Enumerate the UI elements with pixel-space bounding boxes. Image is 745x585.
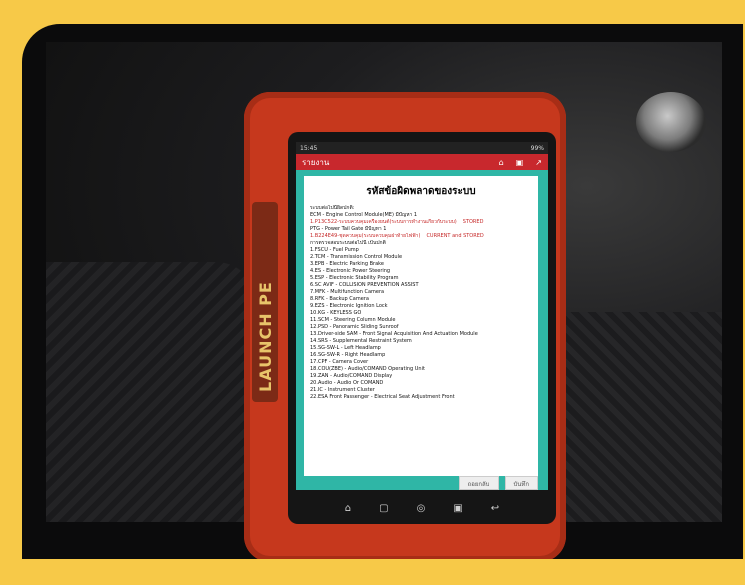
report-line-status: STORED [462, 219, 484, 225]
report-line: 9.EZS - Electronic Ignition Lock [310, 303, 532, 310]
brand-label: LAUNCH PE [256, 281, 275, 392]
report-line-text: 9.EZS - Electronic Ignition Lock [310, 303, 388, 309]
diagnostic-tablet: LAUNCH PE 15:45 99% รายงาน ⌂ ▣ ↗ รหัสข้อ… [244, 92, 566, 559]
navigation-bar: ⌂ ▢ ◎ ▣ ↩ [288, 498, 556, 518]
report-line: 21.IC - Instrument Cluster [310, 387, 532, 394]
report-line-text: 14.SRS - Supplemental Restraint System [310, 338, 412, 344]
gallery-icon[interactable]: ▣ [453, 503, 462, 514]
report-line: 5.ESP - Electronic Stability Program [310, 275, 532, 282]
screen: 15:45 99% รายงาน ⌂ ▣ ↗ รหัสข้อผิดพลาดของ… [296, 142, 548, 490]
report-line: 3.EPB - Electric Parking Brake [310, 261, 532, 268]
car-interior: LAUNCH PE 15:45 99% รายงาน ⌂ ▣ ↗ รหัสข้อ… [46, 42, 722, 559]
report-line-text: 17.CPF - Camera Cover [310, 359, 369, 365]
report-line: 22.ESA Front Passenger - Electrical Seat… [310, 394, 532, 401]
report-line-text: 8.RFK - Backup Camera [310, 296, 369, 302]
report-line: 7.MFK - Multifunction Camera [310, 289, 532, 296]
save-button[interactable]: บันทึก [504, 476, 538, 490]
report-line: 1.FSCU - Fuel Pump [310, 247, 532, 254]
report-line-text: 2.TCM - Transmission Control Module [310, 254, 403, 260]
home-icon[interactable]: ⌂ [345, 503, 351, 514]
status-battery: 99% [530, 144, 544, 152]
printer-icon[interactable]: ▣ [516, 158, 524, 167]
report-line-text: 3.EPB - Electric Parking Brake [310, 261, 384, 267]
report-line: 1.P13C522-ระบบควบคุมเครื่องยนต์(ระบบการท… [310, 219, 532, 226]
report-line-text: 1.B224E49-ชุดควบคุม(ระบบควบคุมฝาท้ายไฟฟ้… [310, 233, 421, 239]
back-button[interactable]: ถอยกลับ [458, 476, 499, 490]
report-line: 12.PSD - Panoramic Sliding Sunroof [310, 324, 532, 331]
report-line-text: 12.PSD - Panoramic Sliding Sunroof [310, 324, 399, 330]
app-icon[interactable]: ◎ [417, 503, 426, 514]
report-line-text: 13.Driver-side SAM - Front Signal Acquis… [310, 331, 478, 337]
photo: LAUNCH PE 15:45 99% รายงาน ⌂ ▣ ↗ รหัสข้อ… [22, 24, 743, 559]
report-line: 17.CPF - Camera Cover [310, 359, 532, 366]
report-line-text: 16.SG-SW-R - Right Headlamp [310, 352, 386, 358]
report-line: 13.Driver-side SAM - Front Signal Acquis… [310, 331, 532, 338]
report-line: 4.ES - Electronic Power Steering [310, 268, 532, 275]
report-line-text: 20.Audio - Audio Or COMAND [310, 380, 384, 386]
report-line-text: 1.FSCU - Fuel Pump [310, 247, 359, 253]
report-line-text: 6.SC AVIF - COLLISION PREVENTION ASSIST [310, 282, 419, 288]
report-line: ECM - Engine Control Module(ME) มีปัญหา … [310, 212, 532, 219]
appbar-icons: ⌂ ▣ ↗ [499, 158, 542, 167]
report-line-text: 5.ESP - Electronic Stability Program [310, 275, 399, 281]
report-line: 10.KG - KEYLESS GO [310, 310, 532, 317]
report-title: รหัสข้อผิดพลาดของระบบ [366, 186, 476, 197]
appbar-title: รายงาน [302, 157, 330, 167]
report-line-status: CURRENT and STORED [426, 233, 484, 239]
report-line: 19.ZAN - Audio/COMAND Display [310, 373, 532, 380]
share-icon[interactable]: ↗ [535, 158, 542, 167]
report-line: 1.B224E49-ชุดควบคุม(ระบบควบคุมฝาท้ายไฟฟ้… [310, 233, 532, 240]
back-icon[interactable]: ↩ [491, 503, 499, 514]
report-line: ระบบต่อไปนี้ผิดปกติ: [310, 205, 532, 212]
report-line-text: 10.KG - KEYLESS GO [310, 310, 362, 316]
report-line: 6.SC AVIF - COLLISION PREVENTION ASSIST [310, 282, 532, 289]
report-line: การตรวจสอบระบบต่อไปนี้ เป็นปกติ [310, 240, 532, 247]
report-line-text: การตรวจสอบระบบต่อไปนี้ เป็นปกติ [310, 240, 386, 246]
left-seat [46, 262, 256, 522]
frame: LAUNCH PE 15:45 99% รายงาน ⌂ ▣ ↗ รหัสข้อ… [0, 0, 745, 585]
report-document: รหัสข้อผิดพลาดของระบบ ระบบต่อไปนี้ผิดปกต… [304, 176, 538, 476]
statusbar: 15:45 99% [296, 142, 548, 154]
report-line-text: 22.ESA Front Passenger - Electrical Seat… [310, 394, 455, 400]
bezel: 15:45 99% รายงาน ⌂ ▣ ↗ รหัสข้อผิดพลาดของ… [288, 132, 556, 524]
report-lines: ระบบต่อไปนี้ผิดปกติ: ECM - Engine Control… [310, 205, 532, 401]
report-line: 8.RFK - Backup Camera [310, 296, 532, 303]
footer-buttons: ถอยกลับ บันทึก [304, 476, 538, 490]
recent-icon[interactable]: ▢ [379, 503, 388, 514]
report-line-text: 15.SG-SW-L - Left Headlamp [310, 345, 381, 351]
report-line-text: 4.ES - Electronic Power Steering [310, 268, 391, 274]
report-line-text: ECM - Engine Control Module(ME) มีปัญหา … [310, 212, 418, 218]
report-line-text: PTG - Power Tail Gate มีปัญหา 1 [310, 226, 387, 232]
report-line-text: 7.MFK - Multifunction Camera [310, 289, 385, 295]
appbar: รายงาน ⌂ ▣ ↗ [296, 154, 548, 170]
report-line: PTG - Power Tail Gate มีปัญหา 1 [310, 226, 532, 233]
status-time: 15:45 [300, 144, 318, 152]
report-line: 14.SRS - Supplemental Restraint System [310, 338, 532, 345]
home-icon[interactable]: ⌂ [499, 158, 504, 167]
control-knob [636, 92, 706, 152]
report-line-text: 19.ZAN - Audio/COMAND Display [310, 373, 393, 379]
report-line: 18.COU(ZBE) - Audio/COMAND Operating Uni… [310, 366, 532, 373]
report-line: 11.SCM - Steering Column Module [310, 317, 532, 324]
report-line: 2.TCM - Transmission Control Module [310, 254, 532, 261]
report-line: 16.SG-SW-R - Right Headlamp [310, 352, 532, 359]
report-line-text: ระบบต่อไปนี้ผิดปกติ: [310, 205, 355, 211]
report-line-text: 21.IC - Instrument Cluster [310, 387, 375, 393]
report-line: 20.Audio - Audio Or COMAND [310, 380, 532, 387]
report-line-text: 1.P13C522-ระบบควบคุมเครื่องยนต์(ระบบการท… [310, 219, 457, 225]
report-line-text: 11.SCM - Steering Column Module [310, 317, 396, 323]
report-line: 15.SG-SW-L - Left Headlamp [310, 345, 532, 352]
report-line-text: 18.COU(ZBE) - Audio/COMAND Operating Uni… [310, 366, 425, 372]
